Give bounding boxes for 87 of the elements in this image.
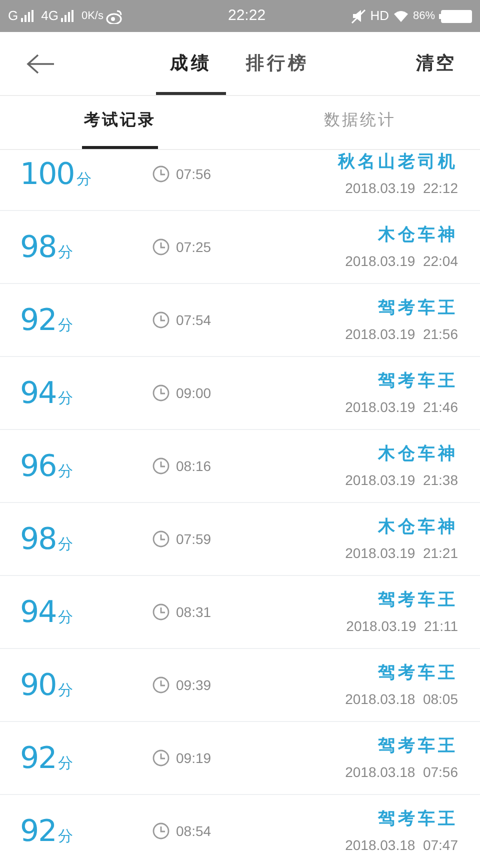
- sub-tab[interactable]: 考试记录: [82, 96, 158, 149]
- record-row[interactable]: 90分 09:39 驾考车王 2018.03.18 08:05: [0, 649, 480, 722]
- score: 100: [20, 156, 74, 194]
- clear-button[interactable]: 清空: [416, 50, 456, 77]
- carrier-label: 4G: [41, 7, 58, 26]
- clock-icon: [152, 238, 170, 256]
- duration: 07:56: [176, 164, 212, 184]
- clock-icon: [152, 165, 170, 183]
- score-unit: 分: [76, 170, 92, 190]
- clock-icon: [152, 457, 170, 475]
- score-unit: 分: [58, 534, 74, 554]
- carrier-label: G: [8, 7, 18, 26]
- record-date: 2018.03.19 21:38: [345, 470, 458, 490]
- player-name: 驾考车王: [378, 808, 458, 830]
- record-date: 2018.03.19 21:11: [346, 616, 458, 636]
- record-date: 2018.03.19 22:12: [345, 178, 458, 198]
- player-name: 木仓车神: [378, 443, 458, 466]
- weibo-icon: [106, 8, 122, 24]
- duration: 07:25: [176, 238, 212, 256]
- duration: 09:00: [176, 384, 212, 402]
- record-date: 2018.03.19 21:56: [345, 324, 458, 344]
- duration: 09:39: [176, 676, 212, 694]
- score-unit: 分: [58, 826, 74, 846]
- record-date: 2018.03.18 08:05: [345, 690, 458, 709]
- duration: 08:31: [176, 602, 212, 622]
- clock-icon: [152, 384, 170, 402]
- score: 90: [20, 666, 56, 704]
- clock-icon: [152, 749, 170, 767]
- record-row[interactable]: 100分 07:56 秋名山老司机 2018.03.19 22:12: [0, 150, 480, 211]
- score-unit: 分: [58, 680, 74, 700]
- score: 94: [20, 374, 56, 412]
- clock-icon: [152, 822, 170, 840]
- clock-icon: [152, 676, 170, 694]
- score-unit: 分: [58, 754, 74, 774]
- score-unit: 分: [58, 608, 74, 628]
- score: 94: [20, 594, 56, 632]
- record-date: 2018.03.19 22:04: [345, 252, 458, 271]
- record-row[interactable]: 94分 08:31 驾考车王 2018.03.19 21:11: [0, 576, 480, 649]
- record-row[interactable]: 96分 08:16 木仓车神 2018.03.19 21:38: [0, 430, 480, 503]
- hd-label: HD: [370, 7, 389, 26]
- record-date: 2018.03.18 07:56: [345, 762, 458, 782]
- battery-percent: 86%: [412, 8, 435, 24]
- record-row[interactable]: 92 分 09:19 驾考车王 2018.03.18 07:56: [0, 722, 480, 795]
- record-date: 2018.03.18 07:47: [345, 836, 458, 851]
- player-name: 驾考车王: [378, 589, 458, 612]
- record-date: 2018.03.19 21:46: [345, 398, 458, 417]
- player-name: 木仓车神: [378, 516, 458, 538]
- duration: 08:16: [176, 456, 212, 476]
- record-date: 2018.03.19 21:21: [345, 544, 458, 563]
- tab[interactable]: 排行榜: [232, 32, 323, 95]
- duration: 08:54: [176, 822, 212, 840]
- mute-icon: [351, 8, 366, 24]
- score-unit: 分: [58, 316, 74, 336]
- score: 96: [20, 448, 56, 486]
- record-row[interactable]: 94分 09:00 驾考车王 2018.03.19 21:46: [0, 357, 480, 430]
- player-name: 木仓车神: [378, 224, 458, 246]
- score-unit: 分: [58, 242, 74, 262]
- duration: 09:19: [176, 748, 212, 768]
- clock-icon: [152, 311, 170, 329]
- score-unit: 分: [58, 462, 74, 482]
- battery-icon: [439, 10, 472, 22]
- score: 98: [20, 228, 56, 266]
- clock: 22:22: [228, 6, 266, 26]
- sub-tab[interactable]: 数据统计: [322, 96, 398, 149]
- record-row[interactable]: 98分 07:25 木仓车神 2018.03.19 22:04: [0, 211, 480, 284]
- score: 92: [20, 740, 56, 778]
- score: 98: [20, 520, 56, 558]
- network-speed: 0K/s: [81, 8, 104, 24]
- record-row[interactable]: 98分 07:59 木仓车神 2018.03.19 21:21: [0, 503, 480, 576]
- wifi-icon: [392, 9, 409, 23]
- signal-icon: [21, 10, 34, 22]
- player-name: 秋名山老司机: [338, 151, 458, 174]
- player-name: 驾考车王: [378, 297, 458, 320]
- duration: 07:54: [176, 310, 212, 330]
- score-unit: 分: [58, 388, 74, 408]
- player-name: 驾考车王: [378, 662, 458, 684]
- duration: 07:59: [176, 530, 212, 548]
- clock-icon: [152, 603, 170, 621]
- record-row[interactable]: 92 分 07:54 驾考车王 2018.03.19 21:56: [0, 284, 480, 357]
- score: 92: [20, 302, 56, 340]
- record-row[interactable]: 92 分 08:54 驾考车王 2018.03.18 07:47: [0, 795, 480, 851]
- player-name: 驾考车王: [378, 735, 458, 758]
- score: 92: [20, 812, 56, 850]
- player-name: 驾考车王: [378, 370, 458, 392]
- clock-icon: [152, 530, 170, 548]
- signal-icon: [61, 10, 74, 22]
- tab[interactable]: 成绩: [156, 32, 226, 95]
